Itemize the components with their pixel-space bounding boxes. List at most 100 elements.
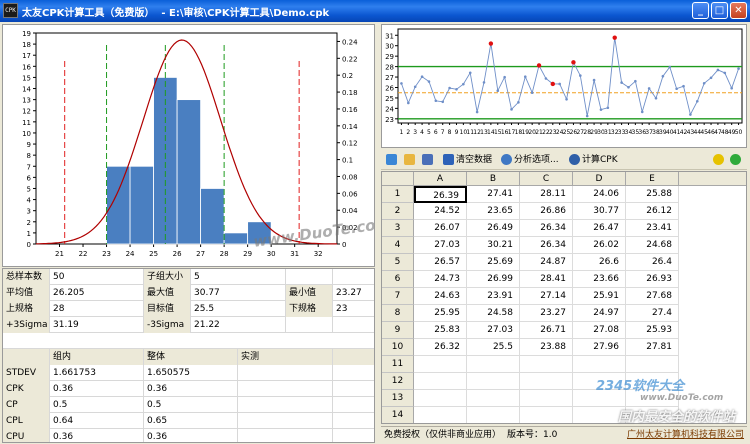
column-header[interactable]: D bbox=[573, 172, 626, 186]
grid-cell[interactable]: 26.02 bbox=[573, 237, 626, 254]
analysis-options-button[interactable]: 分析选项... bbox=[501, 152, 559, 168]
row-header[interactable]: 1 bbox=[382, 186, 414, 203]
company-link[interactable]: 广州太友计算机科技有限公司 bbox=[627, 429, 744, 442]
row-header[interactable]: 5 bbox=[382, 254, 414, 271]
new-button[interactable] bbox=[386, 152, 399, 168]
grid-cell[interactable]: 26.34 bbox=[520, 237, 573, 254]
grid-cell[interactable]: 26.57 bbox=[414, 254, 467, 271]
grid-cell[interactable] bbox=[467, 356, 520, 373]
grid-cell[interactable]: 25.69 bbox=[467, 254, 520, 271]
grid-corner[interactable] bbox=[382, 172, 414, 186]
grid-cell[interactable]: 24.97 bbox=[573, 305, 626, 322]
grid-cell[interactable] bbox=[573, 356, 626, 373]
grid-cell[interactable]: 23.65 bbox=[467, 203, 520, 220]
grid-cell[interactable]: 23.66 bbox=[573, 271, 626, 288]
grid-cell[interactable] bbox=[414, 373, 467, 390]
close-button[interactable]: ✕ bbox=[730, 2, 747, 19]
grid-cell[interactable]: 30.77 bbox=[573, 203, 626, 220]
grid-cell[interactable]: 27.03 bbox=[414, 237, 467, 254]
grid-cell[interactable]: 26.49 bbox=[467, 220, 520, 237]
calculate-cpk-button[interactable]: 计算CPK bbox=[569, 152, 618, 168]
row-header[interactable]: 14 bbox=[382, 407, 414, 423]
grid-cell[interactable] bbox=[520, 356, 573, 373]
row-header[interactable]: 9 bbox=[382, 322, 414, 339]
row-header[interactable]: 11 bbox=[382, 356, 414, 373]
grid-cell[interactable]: 27.41 bbox=[467, 186, 520, 203]
grid-cell[interactable] bbox=[414, 390, 467, 407]
grid-cell[interactable]: 25.88 bbox=[626, 186, 679, 203]
grid-cell[interactable] bbox=[467, 373, 520, 390]
grid-cell[interactable] bbox=[414, 407, 467, 423]
grid-cell[interactable] bbox=[520, 407, 573, 423]
title-bar[interactable]: CPK 太友CPK计算工具（免费版） - E:\审核\CPK计算工具\Demo.… bbox=[0, 0, 750, 22]
column-header[interactable]: C bbox=[520, 172, 573, 186]
grid-cell[interactable]: 26.99 bbox=[467, 271, 520, 288]
clear-data-button[interactable]: 清空数据 bbox=[443, 152, 492, 168]
grid-cell[interactable]: 24.68 bbox=[626, 237, 679, 254]
column-header[interactable]: A bbox=[414, 172, 467, 186]
grid-cell[interactable]: 26.34 bbox=[520, 220, 573, 237]
grid-cell[interactable]: 25.93 bbox=[626, 322, 679, 339]
grid-cell[interactable] bbox=[467, 390, 520, 407]
grid-cell[interactable]: 28.11 bbox=[520, 186, 573, 203]
minimize-button[interactable]: _ bbox=[692, 2, 709, 19]
grid-cell[interactable]: 25.95 bbox=[414, 305, 467, 322]
row-header[interactable]: 6 bbox=[382, 271, 414, 288]
grid-cell[interactable]: 23.41 bbox=[626, 220, 679, 237]
selected-cell[interactable]: 26.39 bbox=[414, 186, 467, 203]
grid-cell[interactable]: 26.32 bbox=[414, 339, 467, 356]
grid-cell[interactable]: 24.06 bbox=[573, 186, 626, 203]
grid-cell[interactable]: 26.6 bbox=[573, 254, 626, 271]
grid-cell[interactable]: 26.47 bbox=[573, 220, 626, 237]
grid-cell[interactable]: 28.41 bbox=[520, 271, 573, 288]
grid-cell[interactable]: 25.5 bbox=[467, 339, 520, 356]
grid-cell[interactable] bbox=[467, 407, 520, 423]
save-button[interactable] bbox=[422, 152, 435, 168]
grid-cell[interactable]: 24.58 bbox=[467, 305, 520, 322]
grid-cell[interactable] bbox=[626, 356, 679, 373]
grid-cell[interactable] bbox=[414, 356, 467, 373]
grid-cell[interactable]: 23.88 bbox=[520, 339, 573, 356]
grid-cell[interactable]: 26.12 bbox=[626, 203, 679, 220]
grid-cell[interactable]: 27.81 bbox=[626, 339, 679, 356]
row-header[interactable]: 8 bbox=[382, 305, 414, 322]
grid-cell[interactable]: 26.71 bbox=[520, 322, 573, 339]
grid-cell[interactable]: 24.87 bbox=[520, 254, 573, 271]
grid-cell[interactable]: 24.63 bbox=[414, 288, 467, 305]
grid-cell[interactable]: 23.91 bbox=[467, 288, 520, 305]
grid-cell[interactable]: 26.4 bbox=[626, 254, 679, 271]
row-header[interactable]: 10 bbox=[382, 339, 414, 356]
app-icon[interactable]: CPK bbox=[3, 3, 18, 18]
grid-cell[interactable]: 26.07 bbox=[414, 220, 467, 237]
row-header[interactable]: 7 bbox=[382, 288, 414, 305]
grid-cell[interactable]: 25.83 bbox=[414, 322, 467, 339]
row-header[interactable]: 12 bbox=[382, 373, 414, 390]
column-header[interactable]: B bbox=[467, 172, 520, 186]
grid-cell[interactable]: 27.14 bbox=[520, 288, 573, 305]
grid-cell[interactable]: 27.08 bbox=[573, 322, 626, 339]
grid-cell[interactable] bbox=[520, 373, 573, 390]
grid-cell[interactable]: 24.52 bbox=[414, 203, 467, 220]
row-header[interactable]: 3 bbox=[382, 220, 414, 237]
column-header[interactable]: E bbox=[626, 172, 679, 186]
exit-button[interactable] bbox=[730, 152, 743, 168]
grid-cell[interactable]: 27.96 bbox=[573, 339, 626, 356]
grid-cell[interactable]: 26.93 bbox=[626, 271, 679, 288]
grid-cell[interactable]: 27.03 bbox=[467, 322, 520, 339]
grid-cell[interactable]: 27.4 bbox=[626, 305, 679, 322]
grid-cell[interactable]: 24.73 bbox=[414, 271, 467, 288]
grid-cell[interactable]: 26.86 bbox=[520, 203, 573, 220]
grid-cell[interactable]: 27.68 bbox=[626, 288, 679, 305]
row-header[interactable]: 4 bbox=[382, 237, 414, 254]
row-header[interactable]: 2 bbox=[382, 203, 414, 220]
help-button[interactable] bbox=[713, 152, 726, 168]
grid-cell[interactable]: 23.27 bbox=[520, 305, 573, 322]
grid-cell[interactable]: 25.91 bbox=[573, 288, 626, 305]
grid-cell[interactable] bbox=[520, 390, 573, 407]
open-button[interactable] bbox=[404, 152, 417, 168]
row-header[interactable]: 13 bbox=[382, 390, 414, 407]
ctrl-y-tick-label: 23 bbox=[385, 116, 394, 124]
grid-cell[interactable]: 30.21 bbox=[467, 237, 520, 254]
maximize-button[interactable]: □ bbox=[711, 2, 728, 19]
data-grid[interactable]: A B C D E 1 26.39 27.41 28.11 24.06 25.88 2 24.52 23.… bbox=[381, 171, 747, 424]
